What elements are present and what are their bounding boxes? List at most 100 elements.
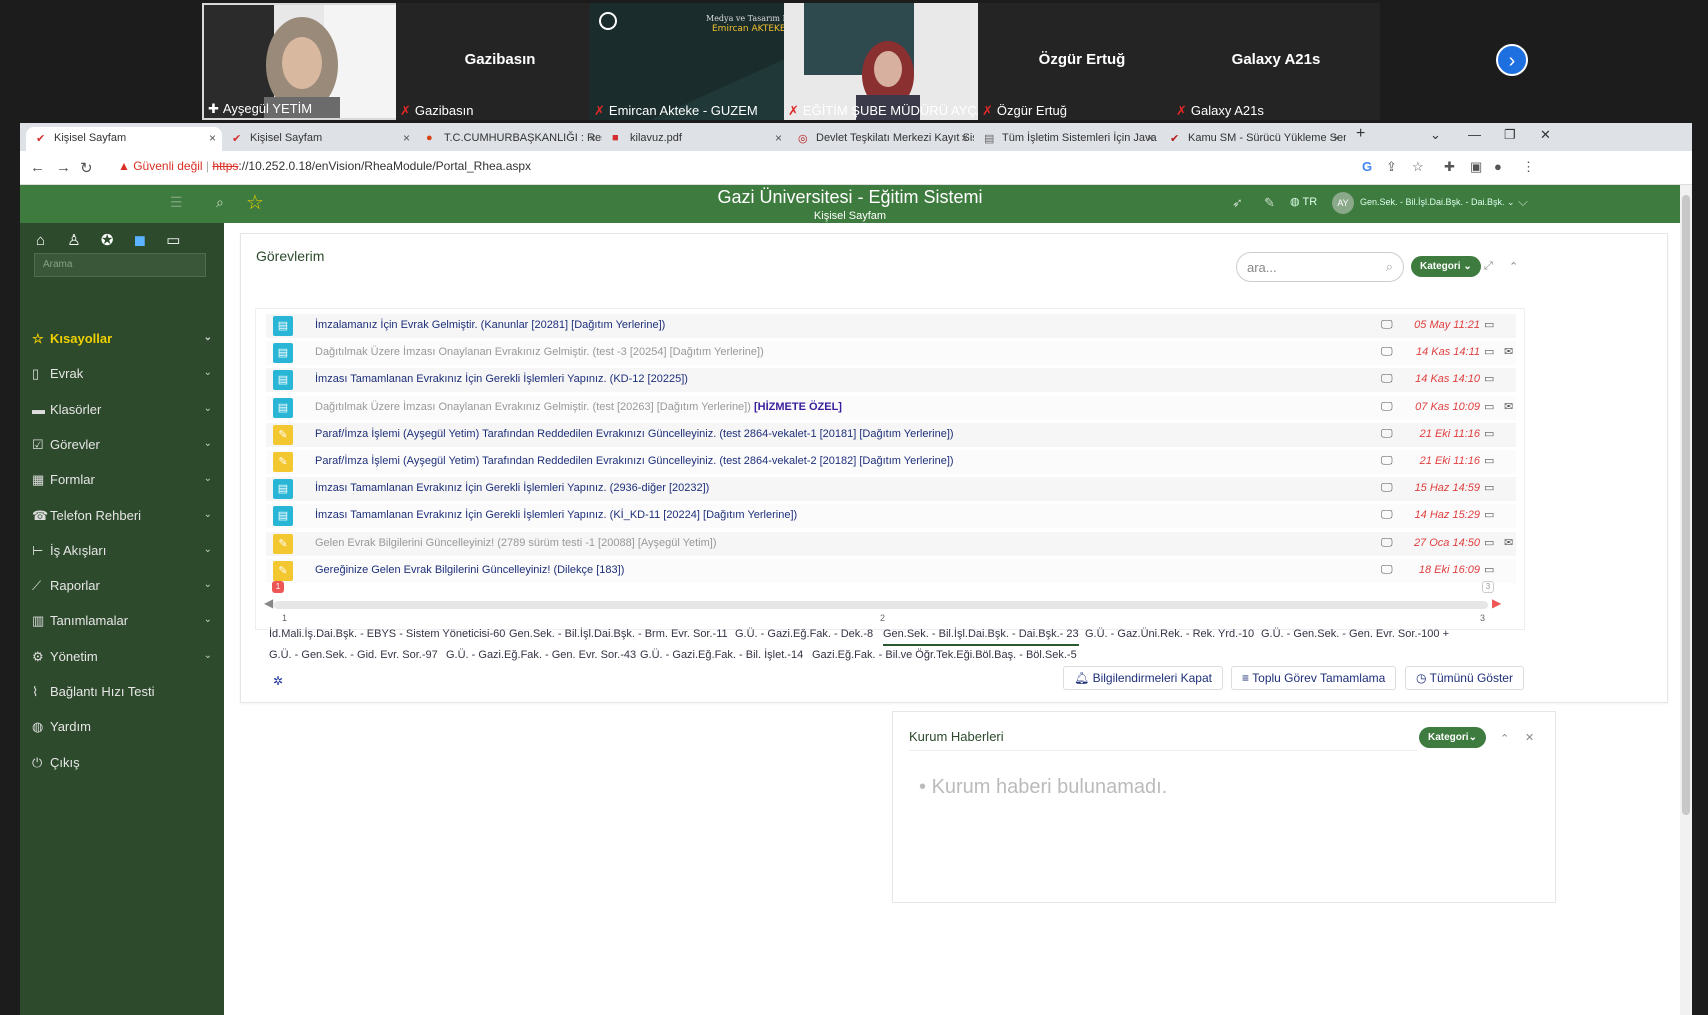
category-button[interactable]: Kategori ⌄ bbox=[1411, 256, 1481, 277]
card-icon[interactable]: ▭ bbox=[1484, 318, 1494, 331]
task-row[interactable]: ▤ Dağıtılmak Üzere İmzası Onaylanan Evrak… bbox=[266, 341, 1516, 366]
sidebar-item[interactable]: ☑ Görevler ⌄ bbox=[32, 437, 212, 459]
close-icon[interactable]: × bbox=[1147, 131, 1154, 145]
sidebar-item[interactable]: ▥ Tanımlamalar ⌄ bbox=[32, 613, 212, 635]
task-text[interactable]: Paraf/İmza İşlemi (Ayşegül Yetim) Tarafı… bbox=[315, 455, 954, 467]
participant-tile[interactable]: Özgür Ertuğ ✗ Özgür Ertuğ bbox=[978, 3, 1186, 120]
user-role-select[interactable]: Gen.Sek. - Bil.İşl.Dai.Bşk. - Dai.Bşk. ⌄ bbox=[1360, 197, 1515, 208]
role-tab[interactable]: G.Ü. - Gazi.Eğ.Fak. - Dek.-8 bbox=[735, 628, 873, 640]
task-text[interactable]: İmzası Tamamlanan Evrakınız İçin Gerekli… bbox=[315, 509, 797, 521]
task-search-input[interactable]: ara... ⌕ bbox=[1236, 252, 1404, 282]
share-icon[interactable]: ⇪ bbox=[1386, 159, 1397, 175]
url-field[interactable]: ▲ Güvenli değil | https://10.252.0.18/en… bbox=[118, 159, 531, 173]
monitor-icon[interactable]: 🖵︎ bbox=[1381, 453, 1393, 468]
user-icon[interactable]: ♙ bbox=[67, 232, 80, 249]
task-text[interactable]: İmzası Tamamlanan Evrakınız İçin Gerekli… bbox=[315, 482, 709, 494]
sidebar-item[interactable]: ◍ Yardım bbox=[32, 719, 212, 741]
monitor-icon[interactable]: 🖵︎ bbox=[1381, 507, 1393, 522]
close-icon[interactable]: × bbox=[403, 131, 410, 145]
restore-icon[interactable]: ❐ bbox=[1504, 127, 1516, 143]
role-tab[interactable]: G.Ü. - Gen.Sek. - Gen. Evr. Sor.-100 + bbox=[1261, 628, 1449, 640]
gear-icon[interactable]: ✲ bbox=[273, 674, 283, 688]
language-switch[interactable]: ◍ TR bbox=[1290, 195, 1317, 208]
browser-tab[interactable]: ◎ Devlet Teşkilatı Merkezi Kayıt Sis × bbox=[788, 127, 974, 151]
participant-tile[interactable]: Medya ve Tasarım Ekibi Emircan AKTEKE ✗ E… bbox=[590, 3, 804, 120]
task-text[interactable]: Dağıtılmak Üzere İmzası Onaylanan Evrakı… bbox=[315, 346, 764, 358]
mail-icon[interactable]: ✉ bbox=[1504, 400, 1513, 413]
edit-icon[interactable]: ✎ bbox=[1264, 195, 1275, 211]
card-icon[interactable]: ▭ bbox=[1484, 427, 1494, 440]
sidepanel-icon[interactable]: ▣ bbox=[1470, 159, 1482, 175]
task-text[interactable]: İmzalamanız İçin Evrak Gelmiştir. (Kanun… bbox=[315, 319, 665, 331]
task-row[interactable]: ▤ İmzası Tamamlanan Evrakınız İçin Gerekl… bbox=[266, 477, 1516, 502]
close-icon[interactable]: × bbox=[775, 131, 782, 145]
mail-icon[interactable]: ✉ bbox=[1504, 536, 1513, 549]
browser-tab[interactable]: ▤ Tüm İşletim Sistemleri İçin Java × bbox=[974, 127, 1160, 151]
monitor-icon[interactable]: 🖵︎ bbox=[1381, 344, 1393, 359]
task-row[interactable]: ▤ İmzası Tamamlanan Evrakınız İçin Gerekl… bbox=[266, 368, 1516, 393]
card-icon[interactable]: ▭ bbox=[1484, 536, 1494, 549]
sidebar-item[interactable]: ⊢ İş Akışları ⌄ bbox=[32, 543, 212, 565]
sidebar-item[interactable]: ⌇ Bağlantı Hızı Testi bbox=[32, 684, 212, 706]
close-icon[interactable]: ✕ bbox=[1525, 731, 1534, 744]
card-icon[interactable]: ▭ bbox=[1484, 481, 1494, 494]
profile-icon[interactable]: ● bbox=[1494, 159, 1502, 174]
sidebar-item[interactable]: ☆ Kısayollar ⌄ bbox=[32, 331, 212, 353]
bulk-complete-button[interactable]: ≡ Toplu Görev Tamamlama bbox=[1231, 666, 1397, 690]
monitor-icon[interactable]: 🖵︎ bbox=[1381, 317, 1393, 332]
browser-tab[interactable]: ■ kilavuz.pdf × bbox=[602, 127, 788, 151]
monitor-icon[interactable]: 🖵︎ bbox=[1381, 426, 1393, 441]
role-tab[interactable]: G.Ü. - Gen.Sek. - Gid. Evr. Sor.-97 bbox=[269, 649, 438, 661]
close-icon[interactable]: × bbox=[961, 131, 968, 145]
expand-icon[interactable]: ⤢ bbox=[1484, 260, 1493, 273]
role-tab[interactable]: İd.Mali.İş.Dai.Bşk. - EBYS - Sistem Yöne… bbox=[269, 628, 505, 640]
role-tab[interactable]: G.Ü. - Gazi.Eğ.Fak. - Gen. Evr. Sor.-43 bbox=[446, 649, 636, 661]
forward-icon[interactable]: → bbox=[56, 159, 71, 176]
sidebar-item[interactable]: ▦ Formlar ⌄ bbox=[32, 472, 212, 494]
monitor-icon[interactable]: 🖵︎ bbox=[1381, 535, 1393, 550]
home-icon[interactable]: ⌂ bbox=[36, 232, 45, 249]
browser-tab[interactable]: ✔ Kişisel Sayfam × bbox=[26, 127, 222, 151]
task-text[interactable]: Paraf/İmza İşlemi (Ayşegül Yetim) Tarafı… bbox=[315, 428, 954, 440]
participant-tile[interactable]: ✗ EĞİTİM ŞUBE MÜDÜRÜ AYÇA ... bbox=[784, 3, 992, 120]
task-row[interactable]: ✎ Paraf/İmza İşlemi (Ayşegül Yetim) Taraf… bbox=[266, 422, 1516, 447]
role-tab[interactable]: Gen.Sek. - Bil.İşl.Dai.Bşk. - Dai.Bşk.- … bbox=[883, 628, 1079, 646]
task-text[interactable]: Dağıtılmak Üzere İmzası Onaylanan Evrakı… bbox=[315, 401, 842, 413]
task-row[interactable]: ✎ Gereğinize Gelen Evrak Bilgilerini Günc… bbox=[266, 558, 1516, 583]
back-icon[interactable]: ← bbox=[30, 159, 45, 176]
task-row[interactable]: ▤ Dağıtılmak Üzere İmzası Onaylanan Evrak… bbox=[266, 395, 1516, 420]
reload-icon[interactable]: ↻ bbox=[80, 159, 93, 177]
monitor-icon[interactable]: 🖵︎ bbox=[1381, 371, 1393, 386]
arrow-right-icon[interactable]: ▶ bbox=[1492, 596, 1501, 610]
scrollbar-thumb[interactable] bbox=[1682, 195, 1690, 815]
menu-icon[interactable]: ⋮ bbox=[1522, 159, 1535, 175]
card-icon[interactable]: ▭ bbox=[1484, 563, 1494, 576]
card-icon[interactable]: ▭ bbox=[1484, 400, 1494, 413]
monitor-icon[interactable]: 🖵︎ bbox=[1381, 480, 1393, 495]
participant-tile[interactable]: ✚ Ayşegül YETİM bbox=[202, 3, 410, 120]
close-window-icon[interactable]: ✕ bbox=[1540, 127, 1551, 143]
category-button[interactable]: Kategori⌄ bbox=[1419, 727, 1486, 748]
task-row[interactable]: ▤ İmzası Tamamlanan Evrakınız İçin Gerekl… bbox=[266, 504, 1516, 529]
arrow-left-icon[interactable]: ◀ bbox=[264, 596, 273, 610]
task-text[interactable]: Gelen Evrak Bilgilerini Güncelleyiniz! (… bbox=[315, 537, 717, 549]
close-icon[interactable]: × bbox=[1333, 131, 1340, 145]
sidebar-search-input[interactable]: Arama bbox=[34, 253, 206, 277]
browser-tab[interactable]: ✔ Kamu SM - Sürücü Yükleme Serv × bbox=[1160, 127, 1346, 151]
collapse-icon[interactable]: ⌃ bbox=[1509, 260, 1518, 273]
browser-tab[interactable]: ● T.C.CUMHURBAŞKANLIĞI : Resmi × bbox=[416, 127, 602, 151]
close-notifications-button[interactable]: 🔔︎ Bilgilendirmeleri Kapat bbox=[1063, 666, 1223, 690]
card-icon[interactable]: ▭ bbox=[1484, 454, 1494, 467]
slider-track[interactable] bbox=[274, 601, 1488, 609]
task-text[interactable]: İmzası Tamamlanan Evrakınız İçin Gerekli… bbox=[315, 373, 688, 385]
video-icon[interactable]: ▭ bbox=[166, 232, 180, 249]
chevron-right-icon[interactable]: › bbox=[1496, 44, 1528, 76]
card-icon[interactable]: ▭ bbox=[1484, 345, 1494, 358]
participant-tile[interactable]: Gazibasın ✗ Gazibasın bbox=[396, 3, 604, 120]
google-icon[interactable]: G bbox=[1362, 159, 1372, 174]
tab-search-icon[interactable]: ⌄ bbox=[1430, 127, 1441, 143]
role-tab[interactable]: Gazi.Eğ.Fak. - Bil.ve Öğr.Tek.Eği.Böl.Ba… bbox=[812, 649, 1077, 661]
chevron-down-icon[interactable]: ⌵ bbox=[1518, 194, 1528, 210]
task-text[interactable]: Gereğinize Gelen Evrak Bilgilerini Günce… bbox=[315, 564, 624, 576]
sidebar-item[interactable]: ▯ Evrak ⌄ bbox=[32, 366, 212, 388]
